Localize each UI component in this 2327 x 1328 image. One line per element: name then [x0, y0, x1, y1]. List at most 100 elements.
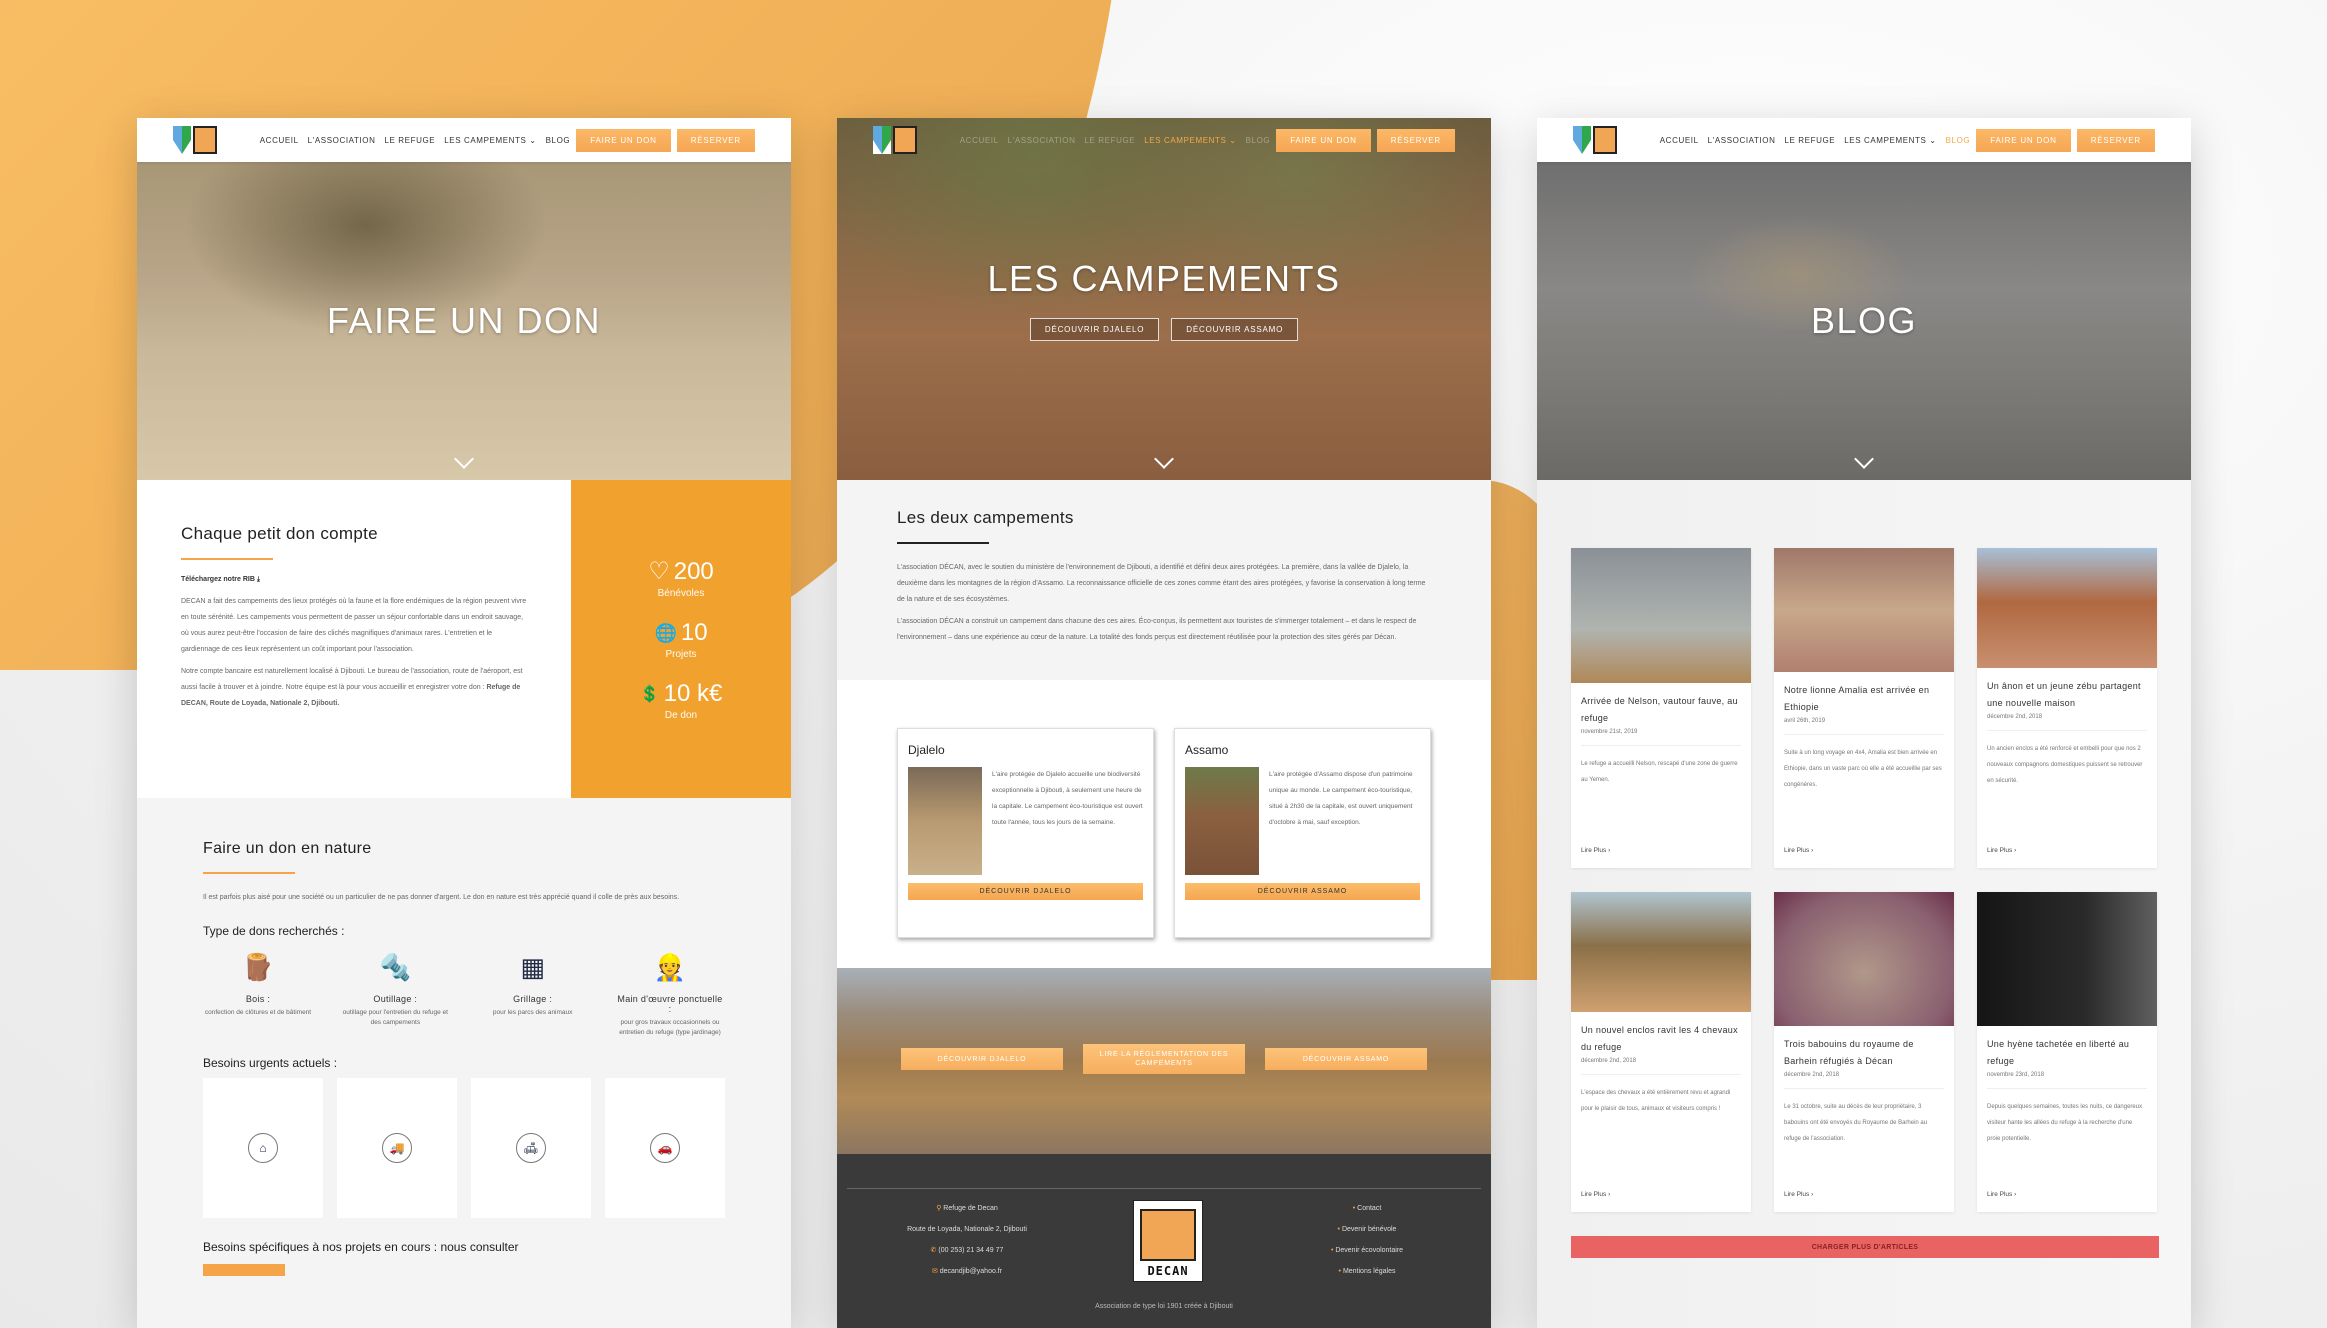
- nav-item-association[interactable]: L'ASSOCIATION: [308, 136, 376, 145]
- scroll-down-chevron-icon[interactable]: [454, 449, 474, 469]
- specific-needs-title: Besoins spécifiques à nos projets en cou…: [203, 1240, 519, 1254]
- nav-item-campements[interactable]: LES CAMPEMENTS ⌄: [1844, 136, 1936, 145]
- worker-icon: 👷: [653, 952, 687, 982]
- post-title[interactable]: Notre lionne Amalia est arrivée en Ethio…: [1784, 682, 1944, 716]
- hero-title: BLOG: [1810, 300, 1918, 341]
- load-more-button[interactable]: CHARGER PLUS D'ARTICLES: [1571, 1236, 2159, 1258]
- phone-icon: ✆: [930, 1247, 937, 1254]
- read-more-link[interactable]: Lire Plus ›: [1784, 847, 1813, 854]
- need-card[interactable]: 🚗: [605, 1078, 725, 1218]
- discover-assamo-button[interactable]: DÉCOUVRIR ASSAMO: [1185, 883, 1420, 900]
- nav-item-refuge[interactable]: LE REFUGE: [1085, 136, 1136, 145]
- post-title[interactable]: Une hyène tachetée en liberté au refuge: [1987, 1036, 2147, 1070]
- nav-item-association[interactable]: L'ASSOCIATION: [1708, 136, 1776, 145]
- title-underline: [181, 558, 273, 560]
- mockup-camps-page: LES CAMPEMENTS DÉCOUVRIR DJALELO DÉCOUVR…: [837, 118, 1491, 1328]
- read-more-link[interactable]: Lire Plus ›: [1987, 1191, 2016, 1198]
- read-more-link[interactable]: Lire Plus ›: [1581, 1191, 1610, 1198]
- post-title[interactable]: Arrivée de Nelson, vautour fauve, au ref…: [1581, 693, 1741, 727]
- blog-section: Arrivée de Nelson, vautour fauve, au ref…: [1537, 480, 2191, 1328]
- email-link[interactable]: decandjib@yahoo.fr: [940, 1268, 1002, 1275]
- djibouti-flag-icon: [173, 126, 191, 154]
- landscape-assamo-button[interactable]: DÉCOUVRIR ASSAMO: [1265, 1048, 1427, 1070]
- nav-item-refuge[interactable]: LE REFUGE: [1785, 136, 1836, 145]
- hero-banner: FAIRE UN DON: [137, 162, 791, 480]
- djibouti-flag-icon: [873, 126, 891, 154]
- nav-item-campements[interactable]: LES CAMPEMENTS ⌄: [1144, 136, 1236, 145]
- nav-item-blog[interactable]: BLOG: [1946, 136, 1971, 145]
- post-date: décembre 2nd, 2018: [1581, 1058, 1637, 1064]
- heart-icon: ♡: [648, 558, 670, 585]
- donate-button[interactable]: FAIRE UN DON: [576, 128, 671, 152]
- post-image: [1774, 892, 1954, 1026]
- post-image: [1571, 548, 1751, 683]
- footer-link-volunteer[interactable]: • Devenir bénévole: [1297, 1219, 1437, 1240]
- need-card[interactable]: 🚚: [337, 1078, 457, 1218]
- nav-item-refuge[interactable]: LE REFUGE: [385, 136, 436, 145]
- landscape-djalelo-button[interactable]: DÉCOUVRIR DJALELO: [901, 1048, 1063, 1070]
- nav-item-accueil[interactable]: ACCUEIL: [960, 136, 999, 145]
- site-logo[interactable]: [1573, 126, 1619, 154]
- nav-item-association[interactable]: L'ASSOCIATION: [1008, 136, 1076, 145]
- contact-button[interactable]: [203, 1264, 285, 1276]
- read-more-link[interactable]: Lire Plus ›: [1784, 1191, 1813, 1198]
- cheetah-logo-icon: [893, 126, 917, 154]
- post-excerpt: Le refuge a accueilli Nelson, rescapé d'…: [1581, 761, 1738, 783]
- site-logo[interactable]: [873, 126, 919, 154]
- intro-title: Les deux campements: [897, 508, 1074, 527]
- post-title[interactable]: Trois babouins du royaume de Barhein réf…: [1784, 1036, 1944, 1070]
- camp-text: L'aire protégée d'Assamo dispose d'un pa…: [1269, 771, 1413, 826]
- reserve-button[interactable]: RÉSERVER: [1376, 128, 1455, 152]
- landscape-banner: DÉCOUVRIR DJALELO LIRE LA RÉGLEMENTATION…: [837, 968, 1491, 1154]
- blog-post-card[interactable]: Notre lionne Amalia est arrivée en Ethio…: [1774, 548, 1954, 868]
- hero-djalelo-button[interactable]: DÉCOUVRIR DJALELO: [1029, 317, 1160, 341]
- camp-title: Djalelo: [908, 743, 945, 757]
- footer-link-legal[interactable]: • Mentions légales: [1297, 1261, 1437, 1282]
- regulations-button[interactable]: LIRE LA RÉGLEMENTATION DES CAMPEMENTS: [1083, 1044, 1245, 1074]
- phone-link[interactable]: (00 253) 21 34 49 77: [938, 1247, 1003, 1254]
- camp-image: [1185, 767, 1259, 875]
- discover-djalelo-button[interactable]: DÉCOUVRIR DJALELO: [908, 883, 1143, 900]
- need-card[interactable]: 🛋: [471, 1078, 591, 1218]
- read-more-link[interactable]: Lire Plus ›: [1987, 847, 2016, 854]
- types-title: Type de dons recherchés :: [203, 924, 345, 938]
- blog-post-card[interactable]: Arrivée de Nelson, vautour fauve, au ref…: [1571, 548, 1751, 868]
- read-more-link[interactable]: Lire Plus ›: [1581, 847, 1610, 854]
- hero-assamo-button[interactable]: DÉCOUVRIR ASSAMO: [1171, 317, 1299, 341]
- donate-button[interactable]: FAIRE UN DON: [1976, 128, 2071, 152]
- cheetah-logo-icon: [1593, 126, 1617, 154]
- post-image: [1774, 548, 1954, 672]
- nav-item-blog[interactable]: BLOG: [546, 136, 571, 145]
- reserve-button[interactable]: RÉSERVER: [676, 128, 755, 152]
- donation-types: 🪵 Bois : confection de clôtures et de bâti…: [203, 952, 725, 1038]
- reserve-button[interactable]: RÉSERVER: [2076, 128, 2155, 152]
- post-title[interactable]: Un ânon et un jeune zébu partagent une n…: [1987, 678, 2147, 712]
- globe-icon: 🌐: [654, 622, 677, 643]
- post-image: [1571, 892, 1751, 1012]
- donate-button[interactable]: FAIRE UN DON: [1276, 128, 1371, 152]
- need-card[interactable]: ⌂: [203, 1078, 323, 1218]
- blog-post-card[interactable]: Un nouvel enclos ravit les 4 chevaux du …: [1571, 892, 1751, 1212]
- nav-item-accueil[interactable]: ACCUEIL: [260, 136, 299, 145]
- location-pin-icon: ⚲: [936, 1205, 942, 1212]
- nav-item-campements[interactable]: LES CAMPEMENTS ⌄: [444, 136, 536, 145]
- nav-item-accueil[interactable]: ACCUEIL: [1660, 136, 1699, 145]
- site-logo[interactable]: [173, 126, 219, 154]
- navbar: ACCUEIL L'ASSOCIATION LE REFUGE LES CAMP…: [137, 118, 791, 162]
- post-title[interactable]: Un nouvel enclos ravit les 4 chevaux du …: [1581, 1022, 1741, 1056]
- scroll-down-chevron-icon[interactable]: [1154, 449, 1174, 469]
- scroll-down-chevron-icon[interactable]: [1854, 449, 1874, 469]
- camp-text: L'aire protégée de Djalelo accueille une…: [992, 771, 1143, 826]
- footer-link-contact[interactable]: • Contact: [1297, 1198, 1437, 1219]
- blog-post-card[interactable]: Trois babouins du royaume de Barhein réf…: [1774, 892, 1954, 1212]
- post-image: [1977, 892, 2157, 1026]
- nav-item-blog[interactable]: BLOG: [1246, 136, 1271, 145]
- truck-icon: 🚚: [382, 1133, 412, 1163]
- rib-download-link[interactable]: Téléchargez notre RIB ⤓: [181, 576, 527, 584]
- section-title: Chaque petit don compte: [181, 524, 378, 543]
- blog-post-card[interactable]: Une hyène tachetée en liberté au refuge n…: [1977, 892, 2157, 1212]
- footer-link-ecovolunteer[interactable]: • Devenir écovolontaire: [1297, 1240, 1437, 1261]
- blog-post-card[interactable]: Un ânon et un jeune zébu partagent une n…: [1977, 548, 2157, 868]
- fence-icon: ▦: [520, 952, 545, 982]
- hero-title: LES CAMPEMENTS: [987, 257, 1341, 299]
